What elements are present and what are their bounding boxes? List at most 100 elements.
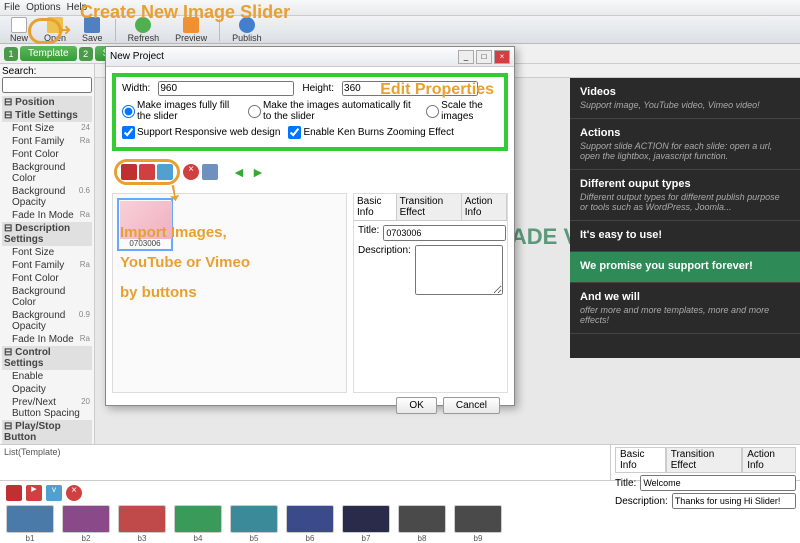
add-vimeo-icon[interactable]: v xyxy=(46,485,62,501)
dialog-title: New Project xyxy=(110,51,164,62)
menu-file[interactable]: File xyxy=(4,2,20,13)
tree-item[interactable]: Font FamilyRa xyxy=(2,135,92,148)
tree-item[interactable]: Font Size24 xyxy=(2,122,92,135)
anno-arrow-1: ➜ xyxy=(58,20,71,40)
menu-help[interactable]: Help xyxy=(67,2,88,13)
tree-item[interactable]: Background Color xyxy=(2,285,92,309)
properties-box: Edit Properties Width: Height: Make imag… xyxy=(112,73,508,151)
width-input[interactable] xyxy=(158,81,294,96)
bottom-panel: List(Template) Basic Info Transition Eff… xyxy=(0,444,800,480)
remove-icon[interactable]: × xyxy=(183,164,199,180)
new-project-dialog: New Project _ □ × Edit Properties Width:… xyxy=(105,46,515,406)
slide-item[interactable]: VideosSupport image, YouTube video, Vime… xyxy=(570,78,800,119)
template-thumb[interactable]: b7 xyxy=(342,505,390,543)
tab-num-2[interactable]: 2 xyxy=(79,47,93,61)
menu-options[interactable]: Options xyxy=(26,2,60,13)
import-image-icon[interactable] xyxy=(121,164,137,180)
tree-item[interactable]: Background Color xyxy=(2,161,92,185)
template-thumb[interactable]: b4 xyxy=(174,505,222,543)
tree-item[interactable]: Prev/Next Button Spacing20 xyxy=(2,396,92,420)
tree-group[interactable]: ⊟ Play/Stop Button xyxy=(2,420,92,444)
dialog-thumb-list[interactable]: 0703006 xyxy=(112,193,347,393)
template-thumb[interactable]: b2 xyxy=(62,505,110,543)
dialog-tab-basic[interactable]: Basic Info xyxy=(354,194,397,220)
save-button[interactable]: Save xyxy=(76,16,109,44)
bottom-title-input[interactable] xyxy=(640,475,796,491)
refresh-icon xyxy=(135,17,151,33)
close-button[interactable]: × xyxy=(494,50,510,64)
slide-item[interactable]: It's easy to use! xyxy=(570,221,800,252)
tree-item[interactable]: Fade In ModeRa xyxy=(2,333,92,346)
tree-item[interactable]: Opacity xyxy=(2,383,92,396)
search-input[interactable] xyxy=(2,77,92,93)
property-sidebar: Search: ⊟ Position⊟ Title SettingsFont S… xyxy=(0,64,95,444)
ok-button[interactable]: OK xyxy=(396,397,436,414)
tree-group[interactable]: ⊟ Position xyxy=(2,96,92,109)
radio-fill[interactable]: Make images fully fill the slider xyxy=(122,100,240,122)
radio-fit[interactable]: Make the images automatically fit to the… xyxy=(248,100,418,122)
tree-item[interactable]: Fade In ModeRa xyxy=(2,209,92,222)
tab-template[interactable]: Template xyxy=(20,46,77,61)
tree-item[interactable]: Background Opacity0.9 xyxy=(2,309,92,333)
template-thumb[interactable]: b9 xyxy=(454,505,502,543)
slider-preview: VideosSupport image, YouTube video, Vime… xyxy=(570,78,800,358)
template-thumb[interactable]: b5 xyxy=(230,505,278,543)
thumb-caption: 0703006 xyxy=(120,239,170,248)
slide-item[interactable]: We promise you support forever! xyxy=(570,252,800,283)
bottom-tab-action[interactable]: Action Info xyxy=(742,447,796,473)
bottom-tab-basic[interactable]: Basic Info xyxy=(615,447,666,473)
tree-item[interactable]: Font Color xyxy=(2,148,92,161)
slide-item[interactable]: ActionsSupport slide ACTION for each sli… xyxy=(570,119,800,170)
cancel-button[interactable]: Cancel xyxy=(443,397,500,414)
maximize-button[interactable]: □ xyxy=(476,50,492,64)
add-youtube-icon[interactable]: ▶ xyxy=(26,485,42,501)
template-thumb[interactable]: b6 xyxy=(286,505,334,543)
add-image-icon[interactable] xyxy=(6,485,22,501)
check-responsive[interactable]: Support Responsive web design xyxy=(122,126,280,139)
slide-item[interactable]: Different ouput typesDifferent output ty… xyxy=(570,170,800,221)
radio-scale[interactable]: Scale the images xyxy=(426,100,498,122)
dlg-title-input[interactable] xyxy=(383,225,506,241)
slide-item[interactable]: And we willoffer more and more templates… xyxy=(570,283,800,334)
new-icon xyxy=(11,17,27,33)
tab-num-1[interactable]: 1 xyxy=(4,47,18,61)
preview-button[interactable]: Preview xyxy=(169,16,213,44)
dlg-desc-input[interactable] xyxy=(415,245,503,295)
height-input[interactable] xyxy=(342,81,478,96)
import-youtube-icon[interactable] xyxy=(139,164,155,180)
refresh-button[interactable]: Refresh xyxy=(122,16,166,44)
import-vimeo-icon[interactable] xyxy=(157,164,173,180)
dialog-tab-action[interactable]: Action Info xyxy=(462,194,507,220)
bottom-title-label: Title: xyxy=(615,478,636,489)
template-thumb[interactable]: b8 xyxy=(398,505,446,543)
template-thumb[interactable]: b3 xyxy=(118,505,166,543)
new-button[interactable]: New xyxy=(4,16,34,44)
thumb-image xyxy=(120,201,172,239)
tree-item[interactable]: Font Color xyxy=(2,272,92,285)
next-icon[interactable]: ► xyxy=(251,164,267,180)
tree-group[interactable]: ⊟ Control Settings xyxy=(2,346,92,370)
tree-item[interactable]: Enable xyxy=(2,370,92,383)
check-kenburns[interactable]: Enable Ken Burns Zooming Effect xyxy=(288,126,453,139)
dlg-title-label: Title: xyxy=(358,225,379,236)
template-thumb[interactable]: b1 xyxy=(6,505,54,543)
minimize-button[interactable]: _ xyxy=(458,50,474,64)
swap-icon[interactable] xyxy=(202,164,218,180)
publish-button[interactable]: Publish xyxy=(226,16,268,44)
prev-icon[interactable]: ◄ xyxy=(232,164,248,180)
bottom-desc-input[interactable] xyxy=(672,493,796,509)
tree-group[interactable]: ⊟ Description Settings xyxy=(2,222,92,246)
save-icon xyxy=(84,17,100,33)
bottom-tab-transition[interactable]: Transition Effect xyxy=(666,447,742,473)
delete-icon[interactable]: × xyxy=(66,485,82,501)
search-label: Search: xyxy=(2,66,36,77)
tree-item[interactable]: Font FamilyRa xyxy=(2,259,92,272)
bottom-desc-label: Description: xyxy=(615,496,668,507)
tree-group[interactable]: ⊟ Title Settings xyxy=(2,109,92,122)
height-label: Height: xyxy=(302,83,334,94)
dlg-desc-label: Description: xyxy=(358,245,411,256)
tree-item[interactable]: Font Size xyxy=(2,246,92,259)
dialog-thumb[interactable]: 0703006 xyxy=(117,198,173,251)
tree-item[interactable]: Background Opacity0.6 xyxy=(2,185,92,209)
dialog-tab-transition[interactable]: Transition Effect xyxy=(397,194,462,220)
